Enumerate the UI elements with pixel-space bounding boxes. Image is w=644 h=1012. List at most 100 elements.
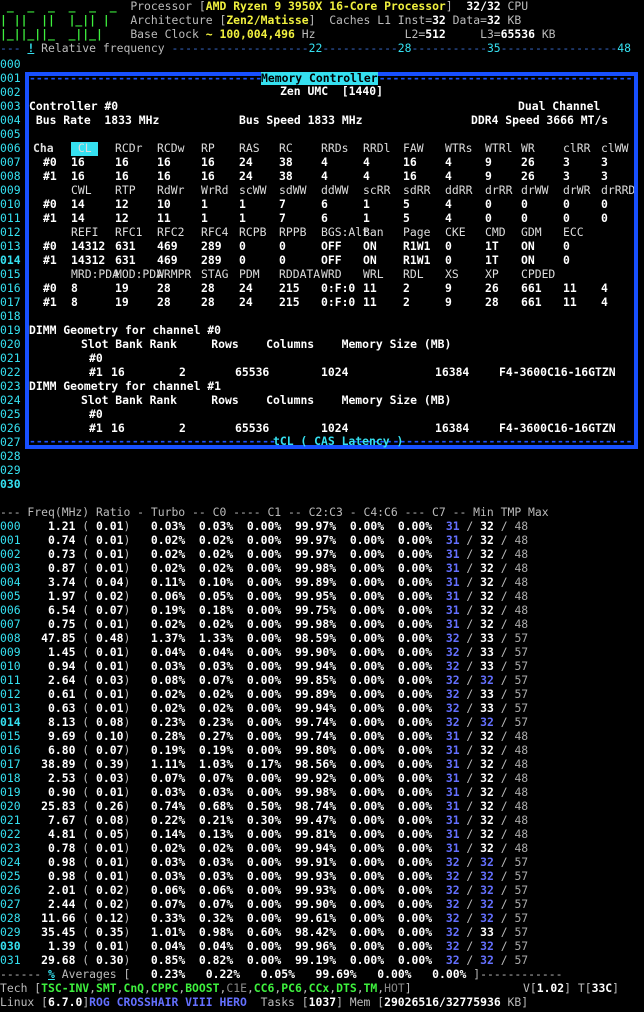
timing-cell[interactable]: clWW [601,142,628,156]
timing-cell[interactable]: scWW [239,184,266,198]
core-row[interactable]: 001 0.74 ( 0.01) 0.02% 0.02% 0.00% 99.97… [0,534,644,548]
timing-cell[interactable]: drWW [521,184,548,198]
timing-cell[interactable]: CPDED [521,268,555,282]
timing-cell[interactable]: RFC1 [115,226,142,240]
timing-cell[interactable]: MOD:PDA [115,268,163,282]
timing-cell[interactable]: MRD:PDA [71,268,119,282]
core-row[interactable]: 013 0.63 ( 0.01) 0.02% 0.02% 0.00% 99.94… [0,702,644,716]
core-row[interactable]: 025 0.98 ( 0.01) 0.03% 0.03% 0.00% 99.93… [0,870,644,884]
core-row[interactable]: 004 3.74 ( 0.04) 0.11% 0.10% 0.00% 99.89… [0,576,644,590]
core-row[interactable]: 006 6.54 ( 0.07) 0.19% 0.18% 0.00% 99.75… [0,604,644,618]
core-row[interactable]: 010 0.94 ( 0.01) 0.03% 0.03% 0.00% 99.94… [0,660,644,674]
core-row[interactable]: 022 4.81 ( 0.05) 0.14% 0.13% 0.00% 99.81… [0,828,644,842]
core-row[interactable]: 024 0.98 ( 0.01) 0.03% 0.03% 0.00% 99.91… [0,856,644,870]
core-row[interactable]: 011 2.64 ( 0.03) 0.08% 0.07% 0.00% 99.85… [0,674,644,688]
timing-cell[interactable]: ddWW [321,184,348,198]
core-row[interactable]: 014 8.13 ( 0.08) 0.23% 0.23% 0.00% 99.74… [0,716,644,730]
core-row[interactable]: 023 0.78 ( 0.01) 0.02% 0.02% 0.00% 99.94… [0,842,644,856]
timing-cell[interactable]: STAG [201,268,228,282]
core-c1: 0.00% [233,786,282,799]
core-freq: 0.78 [20,842,76,855]
core-c7: 0.00% [384,898,433,911]
timing-cell[interactable]: Ban [363,226,384,240]
core-row[interactable]: 031 29.68 ( 0.30) 0.85% 0.82% 0.00% 99.1… [0,954,644,968]
timing-cell[interactable]: ddRR [445,184,472,198]
core-row[interactable]: 018 2.53 ( 0.03) 0.07% 0.07% 0.00% 99.92… [0,772,644,786]
core-row[interactable]: 015 9.69 ( 0.10) 0.28% 0.27% 0.00% 99.74… [0,730,644,744]
timing-cell[interactable]: RDDATA [279,268,320,282]
timing-cell[interactable]: GDM [521,226,542,240]
timing-cell[interactable]: RRDs [321,142,348,156]
core-row[interactable]: 027 2.44 ( 0.02) 0.07% 0.07% 0.00% 99.90… [0,898,644,912]
timing-cell[interactable]: RAS [239,142,260,156]
core-values: 2.01 ( 0.02) 0.06% 0.06% 0.00% 99.93% 0.… [20,884,433,897]
timing-cell[interactable]: CWL [71,184,92,198]
core-row[interactable]: 026 2.01 ( 0.02) 0.06% 0.06% 0.00% 99.93… [0,884,644,898]
timing-cell[interactable]: XS [445,268,459,282]
timing-cell[interactable]: ECC [563,226,584,240]
core-c7: 0.00% [384,744,433,757]
timing-cell[interactable]: CKE [445,226,466,240]
timing-cell[interactable]: drRR [485,184,512,198]
core-row[interactable]: 005 1.97 ( 0.02) 0.06% 0.05% 0.00% 99.95… [0,590,644,604]
core-row[interactable]: 021 7.67 ( 0.08) 0.22% 0.21% 0.30% 99.47… [0,814,644,828]
ruler-toggle[interactable]: ! [27,42,34,55]
core-row[interactable]: 016 6.80 ( 0.07) 0.19% 0.19% 0.00% 99.80… [0,744,644,758]
core-row[interactable]: 029 35.45 ( 0.35) 1.01% 0.98% 0.60% 98.4… [0,926,644,940]
timing-cell[interactable]: WTRl [485,142,512,156]
core-c7: 0.00% [384,562,433,575]
core-row[interactable]: 017 38.89 ( 0.39) 1.11% 1.03% 0.17% 98.5… [0,758,644,772]
core-tmp: 32 [480,842,494,855]
timing-cell[interactable]: WRD [321,268,342,282]
averages-toggle[interactable]: % [48,968,55,981]
timing-cell[interactable]: WTRs [445,142,472,156]
core-row[interactable]: 012 0.61 ( 0.01) 0.02% 0.02% 0.00% 99.89… [0,688,644,702]
core-row[interactable]: 003 0.87 ( 0.01) 0.02% 0.02% 0.00% 99.98… [0,562,644,576]
timing-cell[interactable]: WRMPR [157,268,191,282]
timing-cell[interactable]: RTP [115,184,136,198]
timing-cell[interactable]: WRL [363,268,384,282]
core-c2c3: 98.42% [281,926,337,939]
timing-cell[interactable]: RC [279,142,293,156]
timing-cell[interactable]: BGS:Alt [321,226,369,240]
timing-cell[interactable]: PDM [239,268,260,282]
timing-cell[interactable]: Page [403,226,430,240]
timing-cell[interactable]: drRRD [601,184,634,198]
timing-cell[interactable]: RCPB [239,226,266,240]
timing-cell[interactable]: RP [201,142,215,156]
core-max-temp: 57 [514,688,529,701]
core-c0: 0.98% [185,926,234,939]
timing-cell[interactable]: RPPB [279,226,306,240]
timing-cell[interactable]: RFC2 [157,226,184,240]
core-row[interactable]: 008 47.85 ( 0.48) 1.37% 1.33% 0.00% 98.5… [0,632,644,646]
timing-cell[interactable]: RFC4 [201,226,228,240]
timing-cell[interactable]: RCDr [115,142,142,156]
core-c1: 0.00% [233,828,282,841]
core-row[interactable]: 019 0.90 ( 0.01) 0.03% 0.03% 0.00% 99.98… [0,786,644,800]
timing-cell[interactable]: scRR [363,184,390,198]
core-row[interactable]: 002 0.73 ( 0.01) 0.02% 0.02% 0.00% 99.97… [0,548,644,562]
core-c1: 0.00% [233,856,282,869]
timing-cell[interactable]: drWR [563,184,590,198]
timing-cell[interactable]: WR [521,142,535,156]
timing-cell[interactable]: clRR [563,142,590,156]
core-row[interactable]: 020 25.83 ( 0.26) 0.74% 0.68% 0.50% 98.7… [0,800,644,814]
core-row[interactable]: 007 0.75 ( 0.01) 0.02% 0.02% 0.00% 99.98… [0,618,644,632]
timing-cell[interactable]: WrRd [201,184,228,198]
timing-cell[interactable]: RCDw [157,142,184,156]
timing-cell[interactable]: REFI [71,226,98,240]
timing-cell[interactable]: RDL [403,268,424,282]
timing-cell[interactable]: sdWW [279,184,306,198]
core-row[interactable]: 030 1.39 ( 0.01) 0.04% 0.04% 0.00% 99.96… [0,940,644,954]
timing-cell[interactable]: CMD [485,226,506,240]
timing-cell[interactable]: FAW [403,142,424,156]
timing-cell[interactable]: CL [71,142,99,156]
timing-cell[interactable]: RdWr [157,184,184,198]
core-row[interactable]: 028 11.66 ( 0.12) 0.33% 0.32% 0.00% 99.6… [0,912,644,926]
timing-cell[interactable]: XP [485,268,499,282]
core-values: 6.80 ( 0.07) 0.19% 0.19% 0.00% 99.80% 0.… [20,744,433,757]
timing-cell[interactable]: sdRR [403,184,430,198]
core-row[interactable]: 009 1.45 ( 0.01) 0.04% 0.04% 0.00% 99.90… [0,646,644,660]
core-row[interactable]: 000 1.21 ( 0.01) 0.03% 0.03% 0.00% 99.97… [0,520,644,534]
timing-cell[interactable]: RRDl [363,142,390,156]
